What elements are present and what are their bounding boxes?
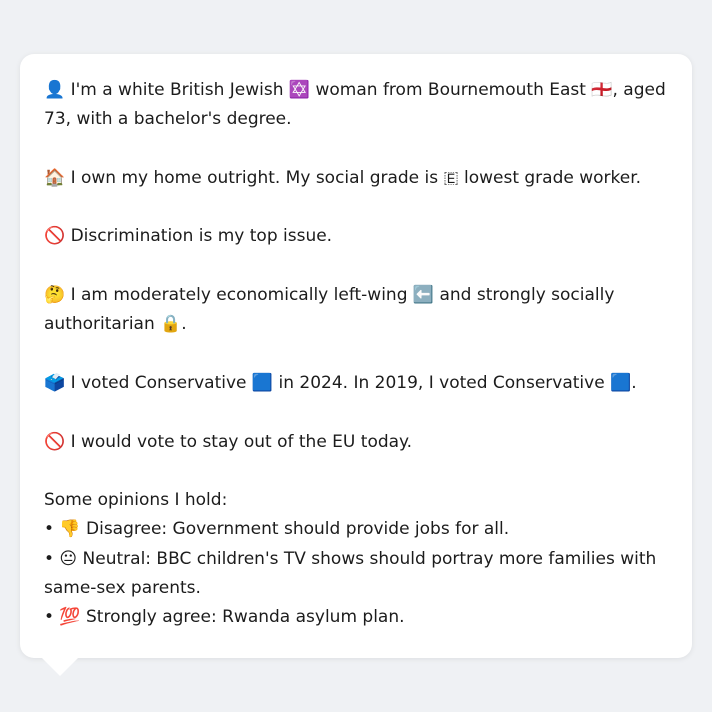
opinion-item-3: • 💯 Strongly agree: Rwanda asylum plan. [44,607,405,628]
profile-eu-vote: 🚫 I would vote to stay out of the EU tod… [44,431,413,452]
opinion-item-2: • 😐 Neutral: BBC children's TV shows sho… [44,548,657,599]
profile-ideology: 🤔 I am moderately economically left-wing… [44,285,615,335]
profile-top-issue: 🚫 Discrimination is my top issue. [44,226,333,247]
profile-voting: 🗳️ I voted Conservative 🟦 in 2024. In 20… [44,372,637,393]
message-bubble: 👤 I'm a white British Jewish ✡️ woman fr… [20,54,692,658]
opinions-heading: Some opinions I hold: [44,490,228,511]
bubble-tail [40,656,80,676]
profile-home: 🏠 I own my home outright. My social grad… [44,167,642,188]
opinion-item-1: • 👎 Disagree: Government should provide … [44,519,510,540]
profile-identity: 👤 I'm a white British Jewish ✡️ woman fr… [44,80,666,130]
